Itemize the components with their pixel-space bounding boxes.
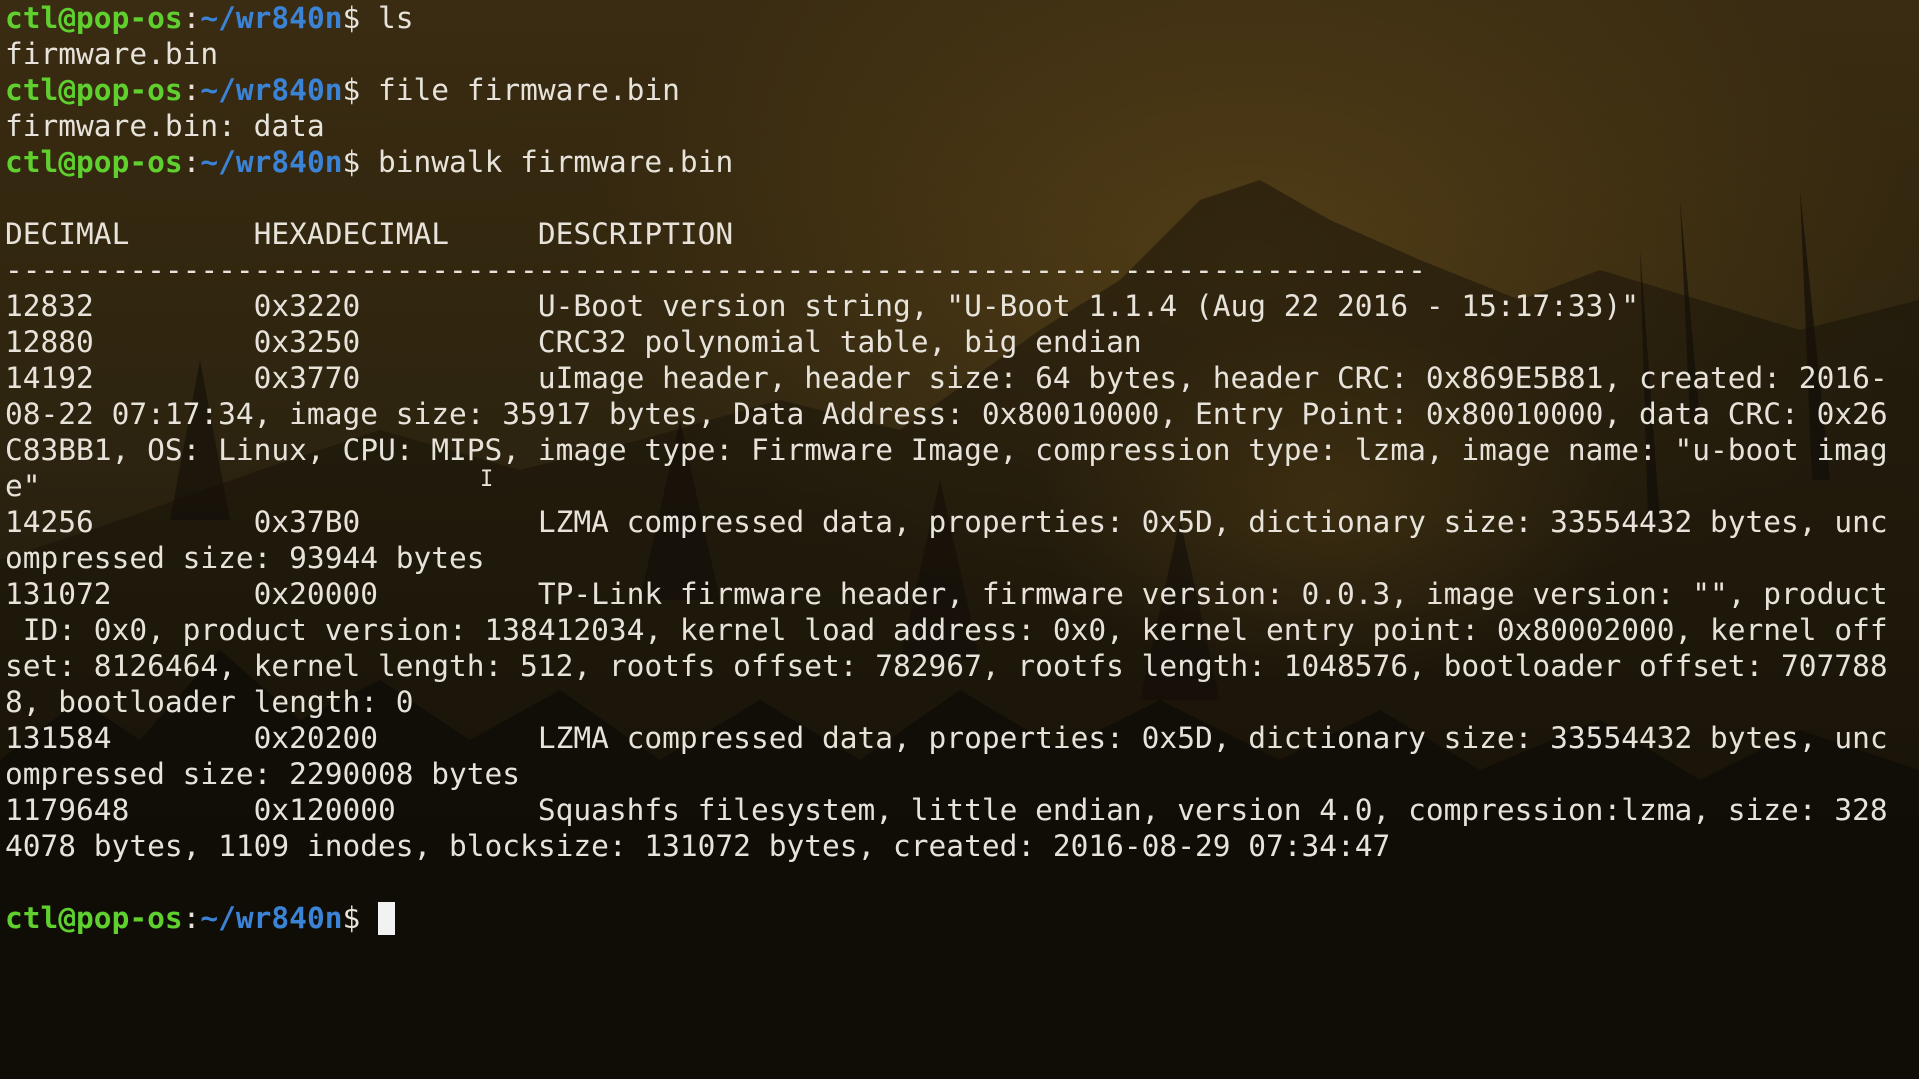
- prompt-separator: :: [182, 145, 201, 179]
- output-line: C83BB1, OS: Linux, CPU: MIPS, image type…: [5, 433, 1888, 467]
- output-line: ID: 0x0, product version: 138412034, ker…: [5, 613, 1888, 647]
- prompt-symbol: $: [342, 73, 378, 107]
- output-line: DECIMAL HEXADECIMAL DESCRIPTION: [5, 217, 734, 251]
- output-line: e": [5, 469, 41, 503]
- prompt-user-host: ctl@pop-os: [5, 1, 183, 35]
- prompt-line: ctl@pop-os:~/wr840n$ file firmware.bin: [5, 72, 1919, 108]
- prompt-path: ~/wr840n: [200, 73, 343, 107]
- terminal-output[interactable]: ctl@pop-os:~/wr840n$ ls firmware.bin ctl@p…: [5, 0, 1919, 936]
- terminal-window[interactable]: ctl@pop-os:~/wr840n$ ls firmware.bin ctl@p…: [0, 0, 1919, 1079]
- command-text: ls: [378, 1, 414, 35]
- prompt-symbol: $: [342, 145, 378, 179]
- prompt-symbol: $: [342, 1, 378, 35]
- prompt-symbol: $: [342, 901, 378, 935]
- prompt-line: ctl@pop-os:~/wr840n$ ls: [5, 0, 1919, 36]
- prompt-user-host: ctl@pop-os: [5, 901, 183, 935]
- output-line: 12880 0x3250 CRC32 polynomial table, big…: [5, 325, 1142, 359]
- output-line: 14256 0x37B0 LZMA compressed data, prope…: [5, 505, 1888, 539]
- prompt-path: ~/wr840n: [200, 145, 343, 179]
- output-line: firmware.bin: data: [5, 109, 325, 143]
- prompt-separator: :: [182, 1, 201, 35]
- output-line: set: 8126464, kernel length: 512, rootfs…: [5, 649, 1888, 683]
- prompt-path: ~/wr840n: [200, 1, 343, 35]
- prompt-separator: :: [182, 901, 201, 935]
- output-line: ompressed size: 93944 bytes: [5, 541, 485, 575]
- prompt-path: ~/wr840n: [200, 901, 343, 935]
- text-ibeam-icon: I: [480, 467, 494, 492]
- output-line: 12832 0x3220 U-Boot version string, "U-B…: [5, 289, 1639, 323]
- output-line: 8, bootloader length: 0: [5, 685, 414, 719]
- output-line: 1179648 0x120000 Squashfs filesystem, li…: [5, 793, 1888, 827]
- output-line: firmware.bin: [5, 37, 219, 71]
- command-text: binwalk firmware.bin: [378, 145, 734, 179]
- output-line: 14192 0x3770 uImage header, header size:…: [5, 361, 1888, 395]
- prompt-user-host: ctl@pop-os: [5, 73, 183, 107]
- output-line: 4078 bytes, 1109 inodes, blocksize: 1310…: [5, 829, 1391, 863]
- output-line: 131584 0x20200 LZMA compressed data, pro…: [5, 721, 1888, 755]
- prompt-line: ctl@pop-os:~/wr840n$ binwalk firmware.bi…: [5, 144, 1919, 180]
- output-line: ----------------------------------------…: [5, 253, 1426, 287]
- prompt-separator: :: [182, 73, 201, 107]
- output-line: 131072 0x20000 TP-Link firmware header, …: [5, 577, 1888, 611]
- prompt-user-host: ctl@pop-os: [5, 145, 183, 179]
- output-line: ompressed size: 2290008 bytes: [5, 757, 521, 791]
- text-cursor[interactable]: [378, 902, 395, 935]
- command-text: file firmware.bin: [378, 73, 680, 107]
- output-line: 08-22 07:17:34, image size: 35917 bytes,…: [5, 397, 1888, 431]
- prompt-line: ctl@pop-os:~/wr840n$: [5, 900, 1919, 936]
